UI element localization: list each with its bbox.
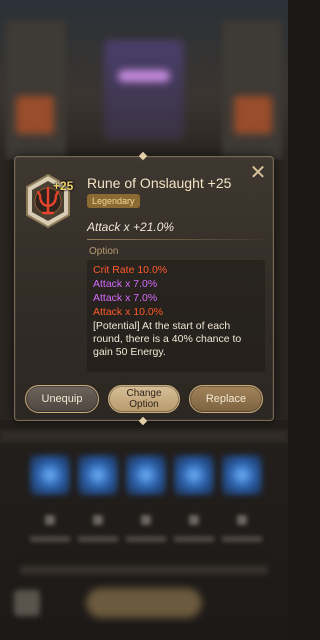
background-glow xyxy=(118,70,170,82)
background-bar xyxy=(20,566,268,574)
change-option-label-line2: Option xyxy=(129,399,159,410)
background-label xyxy=(78,536,118,542)
background-skill-icon xyxy=(30,455,70,495)
change-option-label-line1: Change xyxy=(126,388,162,399)
background-banner xyxy=(104,40,184,140)
background-back-arrow xyxy=(14,590,40,616)
background-skill-icon xyxy=(78,455,118,495)
background-tick xyxy=(93,515,103,525)
option-label: Option xyxy=(89,246,119,257)
background-skill-icon xyxy=(174,455,214,495)
background-tick xyxy=(141,515,151,525)
option-line: Attack x 7.0% xyxy=(93,292,158,304)
replace-button[interactable]: Replace xyxy=(189,385,263,413)
rune-detail-popup: ✕ +25 Rune of Onslaught +25 Legendary At… xyxy=(14,151,274,426)
unequip-button[interactable]: Unequip xyxy=(25,385,99,413)
divider xyxy=(87,239,263,240)
background-label xyxy=(174,536,214,542)
rune-title: Rune of Onslaught +25 xyxy=(87,175,231,191)
background-tick xyxy=(189,515,199,525)
background-slot-right xyxy=(234,96,272,134)
background-pillar-left xyxy=(6,20,66,160)
rune-level-badge: +25 xyxy=(53,179,74,193)
unequip-button-label: Unequip xyxy=(41,393,83,405)
background-tick xyxy=(237,515,247,525)
background-skill-icon xyxy=(126,455,166,495)
background-label xyxy=(222,536,262,542)
background-skill-icon xyxy=(222,455,262,495)
replace-button-label: Replace xyxy=(205,393,247,405)
background-label xyxy=(126,536,166,542)
background-slot-left xyxy=(16,96,54,134)
option-line: Attack x 10.0% xyxy=(93,306,164,318)
rune-level: +25 xyxy=(207,175,232,191)
potential-description: [Potential] At the start of each round, … xyxy=(93,320,242,358)
option-list: Crit Rate 10.0% Attack x 7.0% Attack x 7… xyxy=(87,260,265,372)
change-option-button[interactable]: Change Option xyxy=(108,385,180,413)
option-line: Attack x 7.0% xyxy=(93,278,158,290)
option-line: Crit Rate 10.0% xyxy=(93,264,168,276)
background-tab-strip xyxy=(0,430,288,442)
close-icon[interactable]: ✕ xyxy=(249,163,267,183)
rune-name: Rune of Onslaught xyxy=(87,175,204,191)
rarity-badge: Legendary xyxy=(87,194,140,208)
main-stat: Attack x +21.0% xyxy=(87,220,175,234)
background-pillar-right xyxy=(222,20,282,160)
background-label xyxy=(30,536,70,542)
background-tick xyxy=(45,515,55,525)
background-button xyxy=(86,588,202,618)
